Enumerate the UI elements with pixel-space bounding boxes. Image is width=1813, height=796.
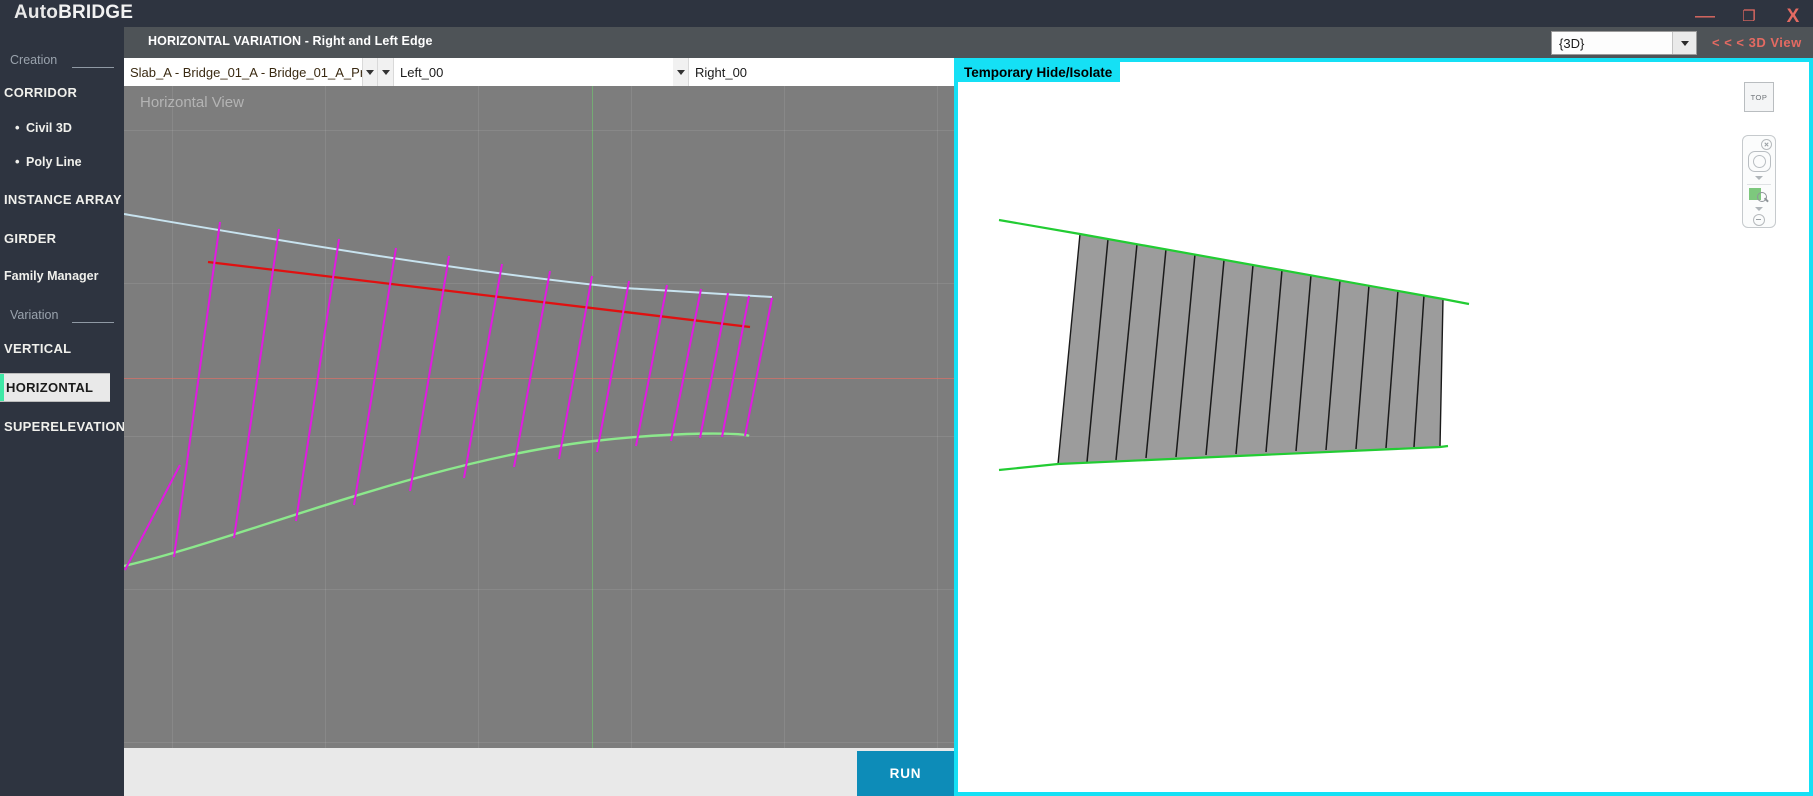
bullet-icon: • (15, 154, 20, 169)
sidebar-item-polyline[interactable]: • Poly Line (0, 150, 124, 174)
temporary-hide-isolate-banner[interactable]: Temporary Hide/Isolate (958, 62, 1121, 82)
show-3d-view-link[interactable]: < < < 3D View (1712, 35, 1802, 50)
sidebar-item-label: Family Manager (4, 269, 99, 283)
brand-suffix: BRIDGE (58, 2, 134, 23)
minimize-icon[interactable] (1753, 214, 1765, 226)
view-select[interactable]: {3D} (1551, 31, 1697, 55)
sidebar-item-superelevation[interactable]: SUPERELEVATION (2, 413, 126, 440)
chevron-down-icon[interactable] (362, 58, 378, 86)
selection-toolbar: Slab_A - Bridge_01_A - Bridge_01_A_Profi… (124, 58, 954, 86)
profile-select-value: Slab_A - Bridge_01_A - Bridge_01_A_Profi… (130, 64, 362, 80)
view-select-value: {3D} (1559, 35, 1585, 51)
view-cube[interactable]: TOP (1744, 82, 1774, 112)
3d-view-panel[interactable] (954, 58, 1813, 796)
sidebar-item-instance-array[interactable]: INSTANCE ARRAY (2, 186, 124, 213)
group-label-creation: Creation (10, 53, 58, 67)
navigation-bar[interactable] (1742, 135, 1776, 228)
horizontal-view-canvas[interactable]: Horizontal View (124, 86, 954, 748)
sidebar-item-family-manager[interactable]: Family Manager (2, 263, 124, 289)
sidebar: Creation CORRIDOR • Civil 3D • Poly Line… (0, 33, 126, 796)
sidebar-item-horizontal[interactable]: HORIZONTAL (0, 373, 110, 402)
sidebar-item-label: CORRIDOR (4, 85, 78, 100)
zoom-window-icon[interactable] (1749, 188, 1769, 203)
sidebar-group-variation: Variation (10, 308, 114, 328)
left-edge-select-value: Left_00 (400, 64, 444, 80)
sidebar-item-civil3d[interactable]: • Civil 3D (0, 116, 124, 140)
divider (1747, 184, 1771, 185)
panel-header: HORIZONTAL VARIATION - Right and Left Ed… (124, 27, 954, 58)
sidebar-item-label: VERTICAL (4, 341, 72, 356)
sidebar-item-label: Poly Line (26, 155, 82, 169)
sidebar-item-label: INSTANCE ARRAY (4, 192, 122, 207)
sidebar-item-label: GIRDER (4, 231, 57, 246)
brand-prefix: Auto (14, 2, 59, 23)
app-logo: AutoBRIDGE (14, 2, 133, 24)
autobridge-window: AutoBRIDGE — ❐ X Creation CORRIDOR • Civ… (0, 0, 1813, 796)
sidebar-item-girder[interactable]: GIRDER (2, 225, 124, 252)
left-edge-select[interactable]: Left_00 (378, 58, 673, 86)
profile-select[interactable]: Slab_A - Bridge_01_A - Bridge_01_A_Profi… (124, 58, 378, 86)
right-edge-select[interactable]: Right_00 (673, 58, 954, 86)
group-label-variation: Variation (10, 308, 59, 322)
chevron-down-icon[interactable] (1755, 207, 1763, 211)
sidebar-item-label: SUPERELEVATION (4, 419, 126, 434)
bridge-plan-geometry (124, 213, 773, 571)
3d-model-geometry (998, 218, 1470, 472)
run-button[interactable]: RUN (857, 751, 954, 796)
sidebar-item-corridor[interactable]: CORRIDOR (2, 79, 124, 106)
viewport-bottom-bar (124, 748, 954, 796)
viewport-label: Horizontal View (140, 94, 244, 111)
sidebar-group-creation: Creation (10, 53, 114, 73)
chevron-down-icon[interactable] (1755, 176, 1763, 180)
page-title: HORIZONTAL VARIATION - Right and Left Ed… (148, 34, 433, 48)
group-rule (72, 322, 114, 323)
right-edge-select-value: Right_00 (695, 64, 748, 80)
maximize-icon[interactable]: ❐ (1739, 6, 1759, 28)
sidebar-item-vertical[interactable]: VERTICAL (2, 335, 124, 362)
minimize-icon[interactable]: — (1695, 4, 1715, 30)
active-accent-bar (0, 374, 4, 401)
magnifier-handle-glyph (1764, 197, 1769, 203)
bullet-icon: • (15, 120, 20, 135)
chevron-down-icon[interactable] (673, 58, 689, 86)
close-icon[interactable] (1761, 139, 1772, 150)
steering-wheel-icon[interactable] (1747, 151, 1771, 172)
sidebar-item-label: HORIZONTAL (6, 380, 94, 395)
group-rule (72, 67, 114, 68)
close-icon[interactable]: X (1783, 6, 1803, 28)
sidebar-item-label: Civil 3D (26, 121, 72, 135)
chevron-down-icon[interactable] (378, 58, 394, 86)
chevron-down-icon[interactable] (1672, 32, 1696, 54)
